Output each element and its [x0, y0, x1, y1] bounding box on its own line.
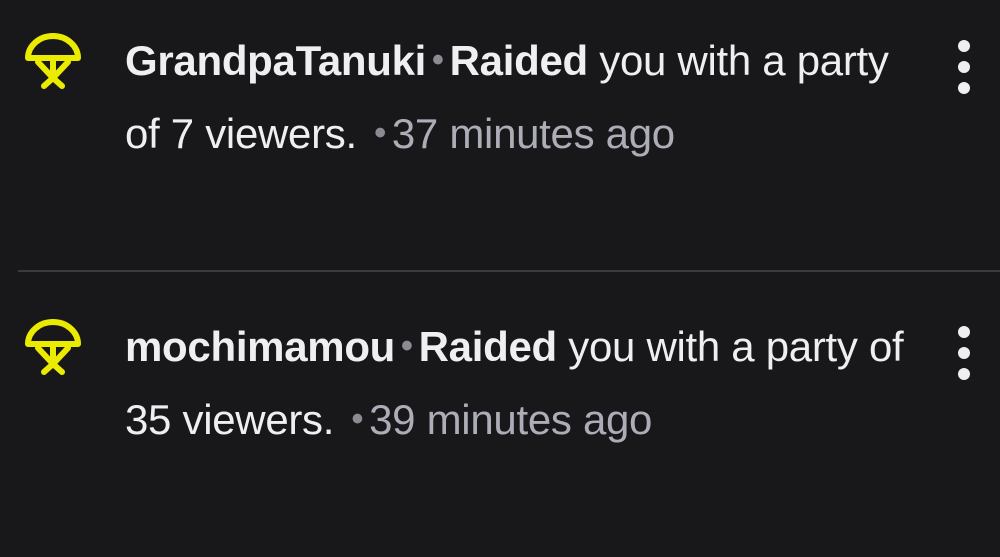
raid-icon [25, 319, 81, 375]
event-detail-pre: you with a party of [556, 323, 904, 370]
more-vertical-icon [958, 40, 970, 52]
separator-dot: • [401, 327, 413, 365]
viewer-count: 7 [170, 110, 194, 157]
username-link[interactable]: mochimamou [125, 323, 395, 370]
timestamp: 37 minutes ago [391, 110, 675, 157]
event-detail-post: viewers. [193, 110, 357, 157]
more-options-button[interactable] [944, 40, 984, 94]
event-action: Raided [449, 37, 589, 84]
username-link[interactable]: GrandpaTanuki [125, 37, 426, 84]
more-options-button[interactable] [944, 326, 984, 380]
event-action: Raided [418, 323, 558, 370]
timestamp: 39 minutes ago [369, 396, 653, 443]
event-message: mochimamou • Raided you with a party of 35… [125, 310, 905, 456]
separator-dot: • [374, 114, 386, 152]
more-vertical-icon [958, 326, 970, 338]
separator-dot: • [351, 400, 364, 438]
separator-dot: • [432, 41, 444, 79]
event-detail-post: viewers. [171, 396, 335, 443]
raid-icon [25, 33, 81, 89]
activity-feed: GrandpaTanuki • Raided you with a party of… [0, 0, 1000, 557]
event-message: GrandpaTanuki • Raided you with a party of… [125, 24, 905, 170]
viewer-count: 35 [125, 396, 172, 443]
divider [18, 270, 1000, 272]
